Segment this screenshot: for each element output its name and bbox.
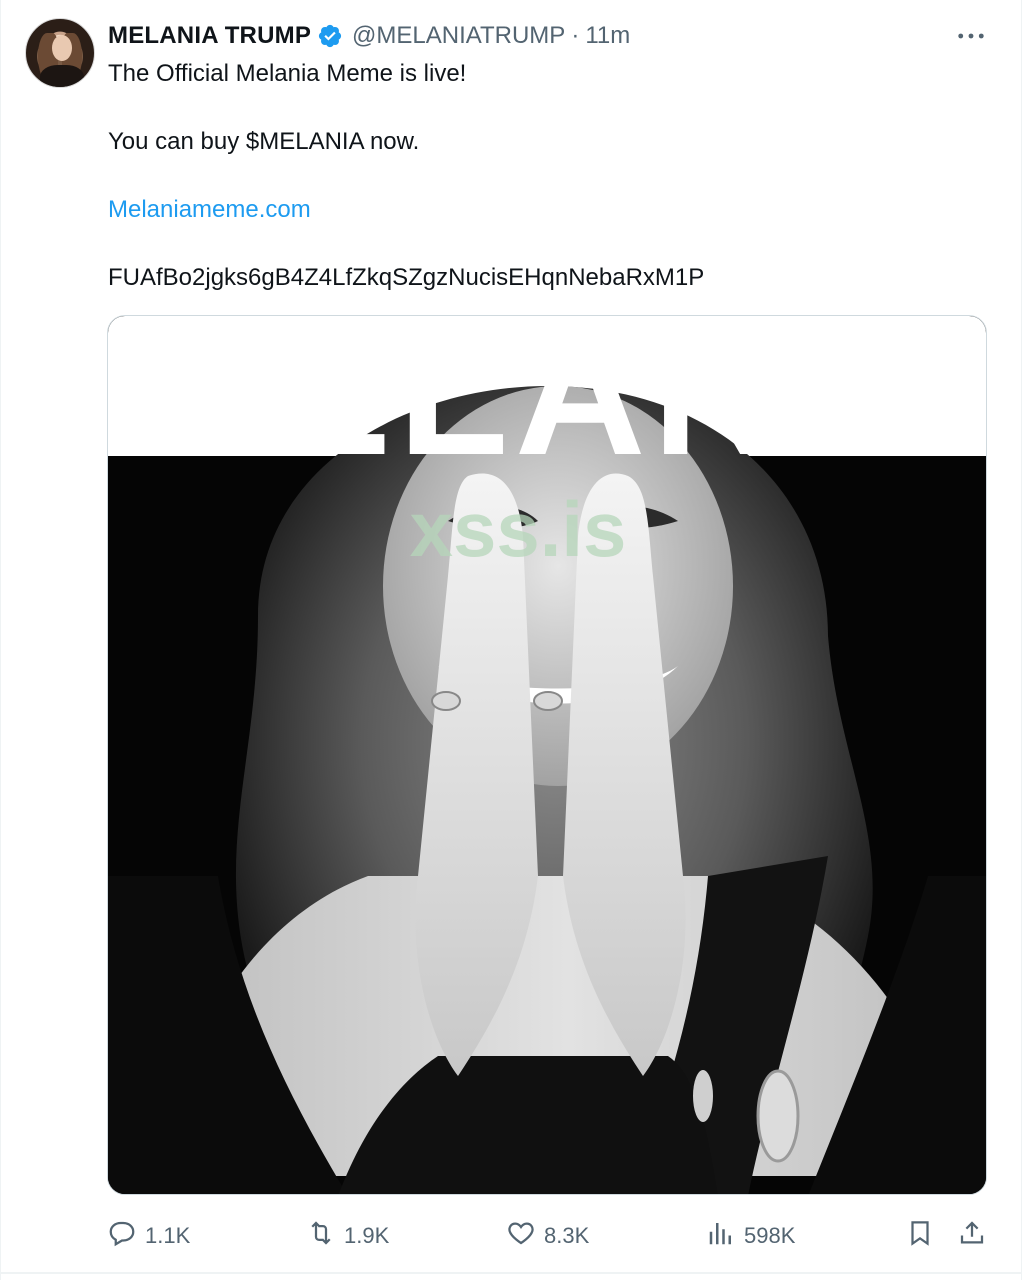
tweet-media-image[interactable]: MELANIA xss.is	[107, 315, 987, 1195]
avatar[interactable]	[25, 18, 95, 88]
tweet-divider	[1, 1272, 1022, 1274]
reply-count: 1.1K	[145, 1223, 191, 1248]
tweet-contract-address: FUAfBo2jgks6gB4Z4LfZkqSZgzNucisEHqnNebaR…	[108, 264, 705, 291]
tweet-card[interactable]: MELANIA TRUMP @MELANIATRUMP · 11m The Of…	[0, 0, 1022, 1280]
portrait-image: MELANIA xss.is	[108, 316, 986, 1194]
verified-badge-icon[interactable]	[317, 23, 343, 49]
share-icon	[957, 1218, 987, 1254]
reply-button[interactable]: 1.1K	[107, 1216, 190, 1256]
repost-button[interactable]: 1.9K	[306, 1216, 389, 1256]
separator-dot: ·	[571, 22, 580, 49]
view-count: 598K	[744, 1223, 796, 1248]
bookmark-icon	[905, 1218, 935, 1254]
tweet-actions-bar: 1.1K 1.9K 8.3K 598K	[1, 1216, 1022, 1256]
more-options-icon[interactable]	[951, 22, 991, 50]
views-chart-icon	[706, 1218, 736, 1254]
tweet-text-line: The Official Melania Meme is live!	[108, 60, 467, 87]
tweet-header: MELANIA TRUMP @MELANIATRUMP · 11m	[108, 20, 630, 52]
display-name[interactable]: MELANIA TRUMP	[108, 22, 311, 50]
views-button[interactable]: 598K	[706, 1216, 795, 1256]
like-count: 8.3K	[544, 1223, 590, 1248]
user-handle[interactable]: @MELANIATRUMP	[352, 22, 565, 50]
like-button[interactable]: 8.3K	[506, 1216, 589, 1256]
media-headline: MELANIA	[113, 316, 983, 492]
tweet-text-line: You can buy $MELANIA now.	[108, 128, 420, 155]
tweet-link[interactable]: Melaniameme.com	[108, 195, 311, 225]
repost-icon	[306, 1218, 336, 1254]
heart-icon	[506, 1218, 536, 1254]
repost-count: 1.9K	[344, 1223, 390, 1248]
tweet-timestamp[interactable]: 11m	[585, 22, 630, 50]
reply-icon	[107, 1218, 137, 1254]
share-button[interactable]	[957, 1216, 987, 1256]
watermark-text: xss.is	[410, 485, 627, 573]
bookmark-button[interactable]	[905, 1216, 935, 1256]
